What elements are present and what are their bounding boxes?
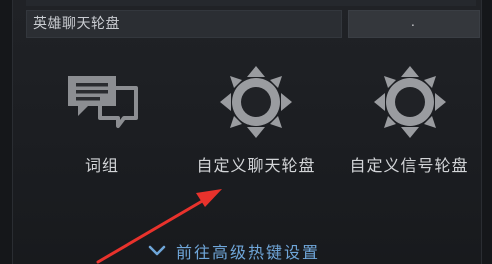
chat-wheel-dropdown[interactable]: 英雄聊天轮盘 xyxy=(26,10,342,38)
panel-left-border xyxy=(0,0,13,264)
chevron-down-icon xyxy=(148,245,166,256)
chat-bubbles-icon xyxy=(68,76,138,128)
option-phrases[interactable]: 词组 xyxy=(52,66,152,186)
advanced-hotkey-settings-label: 前往高级热键设置 xyxy=(176,243,321,262)
option-custom-signal-wheel[interactable]: 自定义信号轮盘 xyxy=(334,66,484,186)
option-phrases-label: 词组 xyxy=(84,156,119,175)
keybind-value-box[interactable]: . xyxy=(348,10,480,38)
top-strip xyxy=(26,0,476,6)
wheel-icon xyxy=(220,66,292,138)
wheel-icon xyxy=(374,66,446,138)
advanced-hotkey-settings-link[interactable]: 前往高级热键设置 xyxy=(148,240,320,262)
chat-wheel-dropdown-label: 英雄聊天轮盘 xyxy=(33,16,120,32)
settings-panel: 英雄聊天轮盘 . 词组 自定义聊天轮盘 自定义信号轮盘 前往高级热键设置 xyxy=(0,0,492,264)
option-custom-chat-wheel-label: 自定义聊天轮盘 xyxy=(196,156,316,175)
keybind-value-text: . xyxy=(411,15,415,29)
option-custom-chat-wheel[interactable]: 自定义聊天轮盘 xyxy=(186,66,326,186)
option-custom-signal-wheel-label: 自定义信号轮盘 xyxy=(349,156,469,175)
